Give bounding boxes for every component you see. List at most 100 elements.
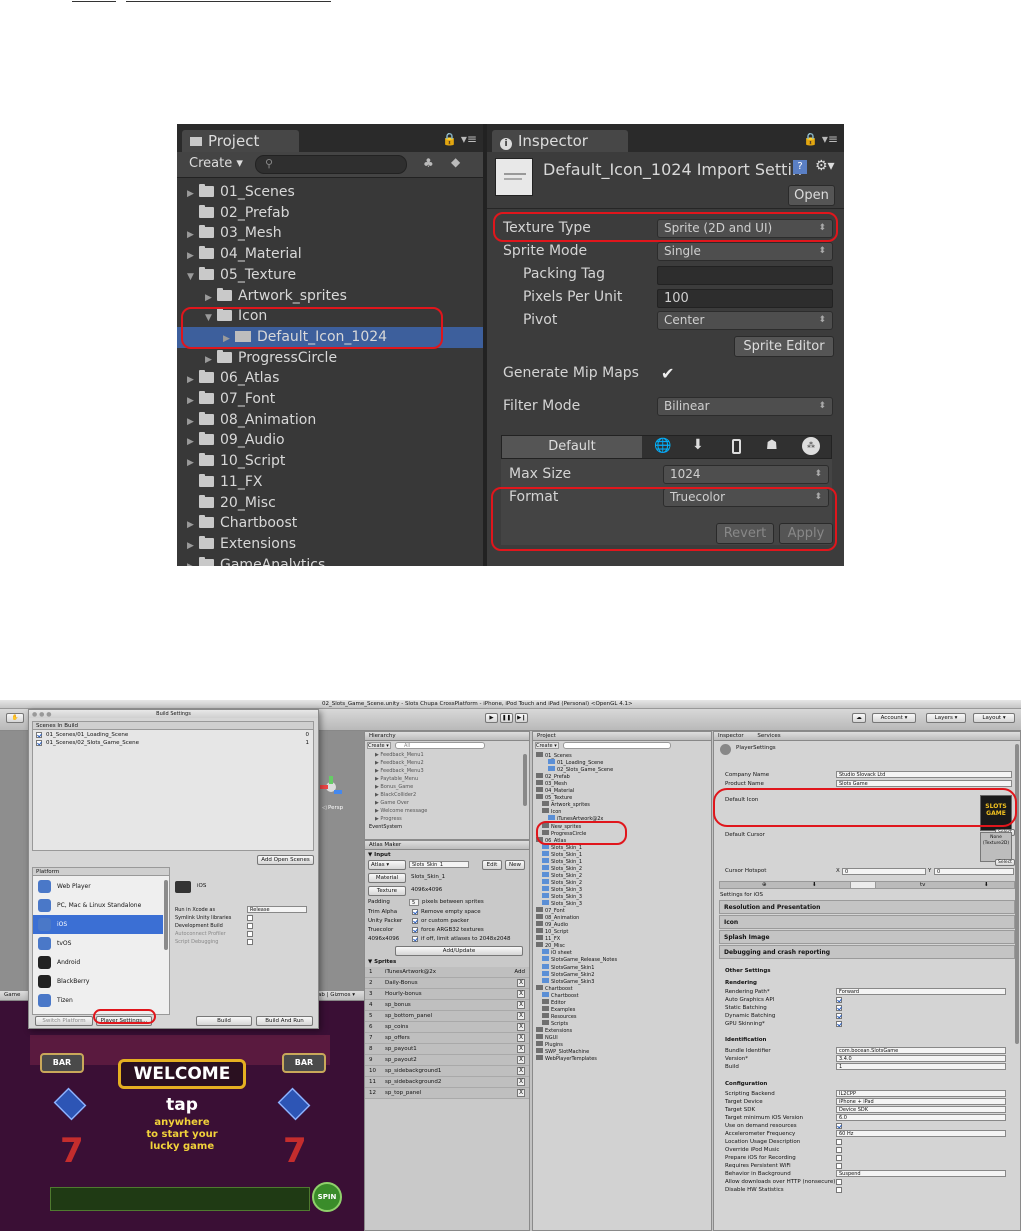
project2-item[interactable]: Slots_Skin_1 xyxy=(533,850,711,858)
inspector2-section[interactable]: Debugging and crash reporting xyxy=(719,945,1015,959)
tvos-platform-icon[interactable]: tv xyxy=(920,882,925,889)
sprite-row[interactable]: 1 iTunesArtwork@2x Add xyxy=(365,967,529,978)
hierarchy-create-button[interactable]: Create ▾ xyxy=(367,742,391,749)
project2-item[interactable]: 11_FX xyxy=(533,935,711,942)
project2-item[interactable]: Chartboost xyxy=(533,984,711,992)
project2-item[interactable]: Slots_Skin_2 xyxy=(533,871,711,879)
tree-item[interactable]: ▶ 07_Font xyxy=(177,389,483,410)
scene-row[interactable]: 01_Scenes/02_Slots_Game_Scene 1 xyxy=(33,739,313,747)
build-button[interactable]: Build xyxy=(196,1016,252,1026)
project2-item[interactable]: 09_Audio xyxy=(533,921,711,928)
build-field[interactable]: 1 xyxy=(836,1063,1006,1070)
lock-menu-icon[interactable]: 🔒 ▾≡ xyxy=(803,132,838,146)
pixels-per-unit-field[interactable]: 100 xyxy=(657,289,833,308)
layers-dropdown[interactable]: Layers ▾ xyxy=(926,713,966,723)
step-button[interactable]: ▶❙ xyxy=(515,713,528,723)
sprite-row[interactable]: 10 sp_sidebackground1 X xyxy=(365,1066,529,1077)
hierarchy-item[interactable]: ▶ Feedback_Menu1 xyxy=(365,751,424,759)
android-platform-icon[interactable]: ⬇ xyxy=(984,882,989,889)
hierarchy-item[interactable]: ▶ Game Over xyxy=(365,799,409,807)
window-traffic-lights[interactable]: ● ● ● xyxy=(32,711,52,718)
gear-icon[interactable]: ⚙▾ xyxy=(815,158,835,174)
scene-checkbox[interactable] xyxy=(36,732,42,738)
platform-item[interactable]: tvOS xyxy=(33,934,163,953)
sprite-row[interactable]: 5 sp_bottom_panel X xyxy=(365,1011,529,1022)
project2-item[interactable]: Icon xyxy=(533,808,711,815)
project2-item[interactable]: Resources xyxy=(533,1012,711,1020)
tree-item[interactable]: ▼ 05_Texture xyxy=(177,265,483,286)
version-field[interactable]: 3.4.0 xyxy=(836,1055,1006,1062)
atlas-option-checkbox[interactable] xyxy=(412,936,418,942)
hierarchy-item[interactable]: ▶ Paytable_Menu xyxy=(365,775,418,783)
tree-item[interactable]: ▶ 01_Scenes xyxy=(177,182,483,203)
new-atlas-button[interactable]: New xyxy=(505,860,525,870)
sprite-row[interactable]: 3 Hourly-bonus X xyxy=(365,989,529,1000)
project2-item[interactable]: Examples xyxy=(533,1005,711,1013)
hand-tool-button[interactable]: ✋ xyxy=(6,713,24,723)
project2-item[interactable]: WebPlayerTemplates xyxy=(533,1055,711,1062)
project2-item[interactable]: Scripts xyxy=(533,1019,711,1027)
build-option-dropdown[interactable]: Release xyxy=(247,906,307,913)
sprite-row[interactable]: 7 sp_offers X xyxy=(365,1033,529,1044)
inspector2-row-dropdown[interactable]: IL2CPP xyxy=(836,1090,1006,1097)
inspector2-row-checkbox[interactable] xyxy=(836,1163,842,1169)
build-option-checkbox[interactable] xyxy=(247,939,253,945)
platform-item[interactable]: PC, Mac & Linux Standalone xyxy=(33,896,163,915)
pivot-dropdown[interactable]: Center xyxy=(657,311,833,330)
sprite-row[interactable]: 2 Daily-Bonus X xyxy=(365,978,529,989)
max-size-dropdown[interactable]: 1024 xyxy=(663,465,829,484)
remove-sprite-button[interactable]: X xyxy=(517,1001,525,1009)
remove-sprite-button[interactable]: X xyxy=(517,979,525,987)
platform-item[interactable]: BlackBerry xyxy=(33,972,163,991)
inspector2-section[interactable]: Resolution and Presentation xyxy=(719,900,1015,914)
account-dropdown[interactable]: Account ▾ xyxy=(872,713,916,723)
platform-item[interactable]: Android xyxy=(33,953,163,972)
sprite-row[interactable]: 6 sp_coins X xyxy=(365,1022,529,1033)
inspector2-row-dropdown[interactable]: 60 Hz xyxy=(836,1130,1006,1137)
inspector2-row-checkbox[interactable] xyxy=(836,1013,842,1019)
gizmos-label[interactable]: ab | Gizmos ▾ xyxy=(318,992,355,999)
project2-item[interactable]: SlotsGame_Skin1 xyxy=(533,963,711,971)
platform-scrollbar[interactable] xyxy=(164,880,168,950)
hierarchy-search-input[interactable]: All xyxy=(395,742,485,749)
mip-maps-checkbox[interactable]: ✔ xyxy=(661,362,674,385)
hotspot-y-field[interactable]: 0 xyxy=(934,868,1014,875)
project2-item[interactable]: Slots_Skin_2 xyxy=(533,878,711,886)
game-tab[interactable]: Game xyxy=(4,992,20,999)
tree-item[interactable]: ▶ ProgressCircle xyxy=(177,348,483,369)
tree-item[interactable]: ▶ 03_Mesh xyxy=(177,223,483,244)
product-field[interactable]: Slots Game xyxy=(836,780,1012,787)
atlas-option-checkbox[interactable] xyxy=(412,909,418,915)
bundle-field[interactable]: com.bocean.SlotsGame xyxy=(836,1047,1006,1054)
padding-field[interactable]: 5 xyxy=(409,899,419,906)
project2-item[interactable]: 20_Misc xyxy=(533,942,711,949)
tree-item[interactable]: 11_FX xyxy=(177,472,483,493)
download-platform-icon[interactable]: ⬇ xyxy=(692,437,704,453)
filter-by-type-icon[interactable]: ♣ xyxy=(423,156,434,170)
remove-sprite-button[interactable]: X xyxy=(517,1089,525,1097)
lock-menu-icon[interactable]: 🔒 ▾≡ xyxy=(442,132,477,146)
project2-item[interactable]: iO sheet xyxy=(533,949,711,956)
remove-sprite-button[interactable]: X xyxy=(517,1034,525,1042)
project2-item[interactable]: SWP_SlotMachine xyxy=(533,1048,711,1055)
remove-sprite-button[interactable]: X xyxy=(517,990,525,998)
project2-item[interactable]: 04_Material xyxy=(533,787,711,794)
inspector2-row-checkbox[interactable] xyxy=(836,997,842,1003)
inspector2-row-checkbox[interactable] xyxy=(836,1139,842,1145)
project2-item[interactable]: Slots_Skin_1 xyxy=(533,857,711,865)
platform-item[interactable]: Tizen xyxy=(33,991,163,1010)
project2-item[interactable]: 05_Texture xyxy=(533,794,711,801)
remove-sprite-button[interactable]: X xyxy=(517,1012,525,1020)
inspector2-tab[interactable]: Inspector xyxy=(718,733,744,739)
inspector2-row-dropdown[interactable]: Suspend xyxy=(836,1170,1006,1177)
tree-item[interactable]: ▶ Chartboost xyxy=(177,513,483,534)
sprite-editor-button[interactable]: Sprite Editor xyxy=(734,336,834,357)
ios-platform-tab[interactable] xyxy=(850,881,876,889)
project2-item[interactable]: Extensions xyxy=(533,1026,711,1034)
platform-item[interactable]: Web Player xyxy=(33,877,163,896)
tree-item[interactable]: 20_Misc xyxy=(177,493,483,514)
inspector2-section[interactable]: Icon xyxy=(719,915,1015,929)
sprite-row[interactable]: 11 sp_sidebackground2 X xyxy=(365,1077,529,1088)
create-button[interactable]: Create ▾ xyxy=(189,156,243,171)
inspector2-scrollbar[interactable] xyxy=(1015,744,1019,1044)
